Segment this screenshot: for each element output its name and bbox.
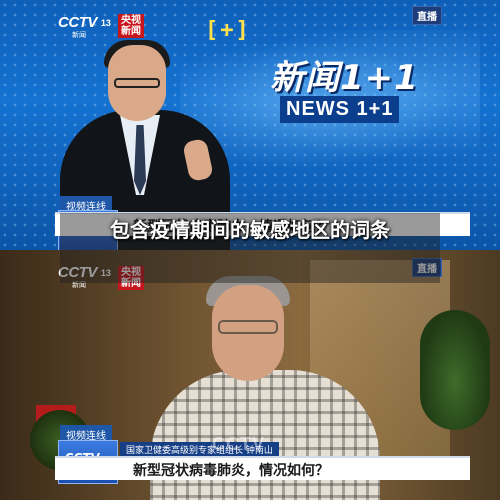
show-title: 新闻1+1 [270, 58, 419, 98]
interviewee-glasses [218, 320, 278, 334]
overlay-caption: 包含疫情期间的敏感地区的词条 [110, 218, 390, 242]
lower-third-headline: 新型冠状病毒肺炎，情况如何？ [133, 463, 329, 479]
cctv-logo-sub: 新闻 [72, 31, 86, 39]
cctv-channel-number: 13 [100, 17, 111, 28]
bracket-plus-graphic: [+] [205, 18, 251, 43]
bottom-video-frame: CCTV 13 新闻 央视 新闻 直播 视频连线 CCTV 新闻 国家卫健委高级… [0, 250, 500, 500]
lower-third-banner: 新型冠状病毒肺炎，情况如何？ [55, 456, 470, 480]
cctv-logo-text: CCTV [58, 14, 97, 31]
interviewee-shirt [150, 370, 380, 500]
channel-badge: 央视 新闻 [118, 14, 144, 38]
potted-plant [420, 310, 490, 430]
show-subtitle: NEWS 1+1 [280, 96, 400, 123]
live-badge: 直播 [412, 6, 442, 25]
cctv-logo: CCTV 13 新闻 [58, 14, 111, 39]
anchor-glasses [114, 78, 160, 88]
cctv-watermark: CCTV [212, 434, 265, 454]
